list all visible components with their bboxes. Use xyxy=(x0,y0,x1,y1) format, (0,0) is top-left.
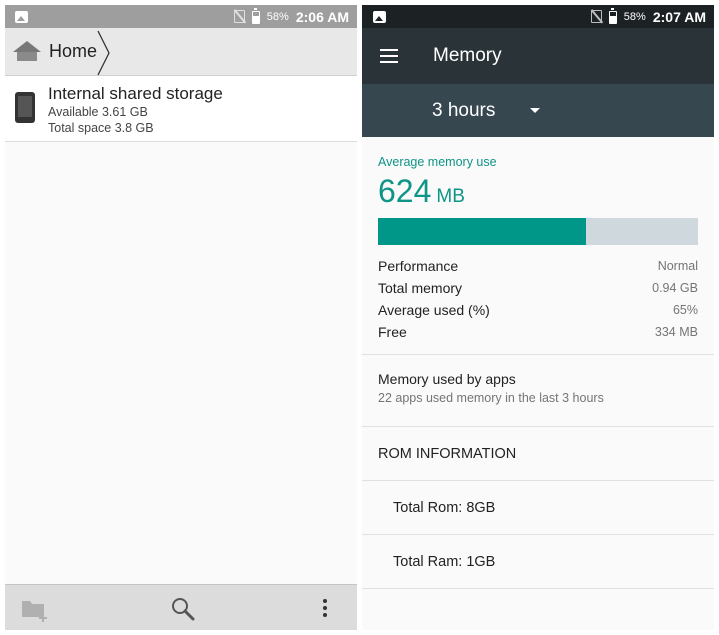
dropdown-arrow-icon[interactable] xyxy=(530,108,541,113)
phone-icon xyxy=(15,92,35,123)
apps-subtitle: 22 apps used memory in the last 3 hours xyxy=(378,391,604,405)
storage-title: Internal shared storage xyxy=(48,84,223,103)
breadcrumb-chevron-icon xyxy=(97,30,110,76)
battery-icon xyxy=(608,7,617,24)
stat-label: Free xyxy=(378,324,407,340)
page-title: Memory xyxy=(433,45,502,66)
status-time: 2:07 AM xyxy=(652,8,706,25)
memory-value: 624 MB xyxy=(378,173,698,210)
no-sim-icon xyxy=(233,10,245,23)
bottom-toolbar xyxy=(5,584,357,630)
image-notification-icon xyxy=(373,10,386,23)
stat-label: Performance xyxy=(378,258,459,274)
memory-screen: 58% 2:07 AM Memory 3 hours Average memor… xyxy=(362,5,714,630)
memory-usage-bar xyxy=(378,218,698,245)
home-icon[interactable] xyxy=(13,40,41,63)
memory-stats: Performance Normal Total memory 0.94 GB … xyxy=(378,255,698,343)
period-selector[interactable]: 3 hours xyxy=(362,84,714,137)
menu-icon[interactable] xyxy=(380,49,398,63)
divider xyxy=(362,588,714,589)
stat-row-total-memory: Total memory 0.94 GB xyxy=(378,277,698,299)
battery-icon xyxy=(251,7,260,24)
image-notification-icon xyxy=(15,10,28,23)
period-selected[interactable]: 3 hours xyxy=(432,100,495,122)
average-memory-section: Average memory use 624 MB Performance No… xyxy=(362,137,714,343)
file-manager-screen: 58% 2:06 AM Home Internal shared storage… xyxy=(5,5,357,630)
memory-caption: Average memory use xyxy=(378,155,497,169)
status-bar: 58% 2:06 AM xyxy=(5,5,357,28)
total-rom: Total Rom: 8GB xyxy=(393,499,496,516)
stat-label: Average used (%) xyxy=(378,302,490,318)
status-indicators: 58% 2:07 AM xyxy=(590,7,706,25)
status-bar: 58% 2:07 AM xyxy=(362,5,714,28)
stat-label: Total memory xyxy=(378,280,463,296)
no-sim-icon xyxy=(590,10,602,23)
stat-row-free: Free 334 MB xyxy=(378,321,698,343)
storage-available: Available 3.61 GB xyxy=(48,105,148,119)
storage-text: Internal shared storage Available 3.61 G… xyxy=(48,84,223,136)
memory-used-by-apps[interactable]: Memory used by apps 22 apps used memory … xyxy=(362,354,714,426)
more-vert-icon[interactable] xyxy=(315,597,335,619)
storage-list-item[interactable]: Internal shared storage Available 3.61 G… xyxy=(5,76,357,142)
stat-row-performance: Performance Normal xyxy=(378,255,698,277)
stat-value: 65% xyxy=(672,303,698,317)
memory-usage-bar-fill xyxy=(378,218,586,245)
status-time: 2:06 AM xyxy=(295,8,349,25)
memory-number: 624 xyxy=(378,173,432,209)
folder-add-icon[interactable] xyxy=(21,597,51,623)
stat-row-average-used: Average used (%) 65% xyxy=(378,299,698,321)
search-icon[interactable] xyxy=(170,596,196,622)
stat-value: Normal xyxy=(657,259,698,273)
total-ram: Total Ram: 1GB xyxy=(393,553,496,570)
breadcrumb-home[interactable]: Home xyxy=(49,41,97,62)
rom-information-header: ROM INFORMATION xyxy=(378,445,517,462)
battery-percent: 58% xyxy=(623,10,646,23)
battery-percent: 58% xyxy=(266,10,289,23)
apps-title: Memory used by apps xyxy=(378,371,516,387)
stat-value: 334 MB xyxy=(654,325,698,339)
storage-total: Total space 3.8 GB xyxy=(48,121,154,135)
app-bar: Memory xyxy=(362,28,714,84)
stat-value: 0.94 GB xyxy=(652,281,698,295)
memory-unit: MB xyxy=(436,186,465,207)
status-indicators: 58% 2:06 AM xyxy=(233,7,349,25)
breadcrumb: Home xyxy=(5,28,357,76)
